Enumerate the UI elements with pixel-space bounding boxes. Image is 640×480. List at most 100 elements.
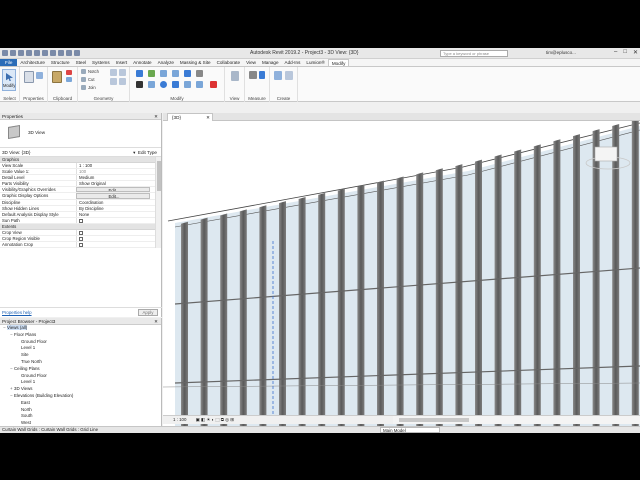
type-properties-icon[interactable] <box>24 71 34 83</box>
property-value[interactable]: By Discipline <box>76 205 150 211</box>
property-value[interactable]: Coordination <box>76 199 150 205</box>
checkbox[interactable] <box>79 243 83 248</box>
offset-icon[interactable] <box>148 70 155 77</box>
view-scale[interactable]: 1 : 100 <box>173 417 186 422</box>
browser-node[interactable]: South <box>0 413 161 420</box>
print-icon[interactable] <box>34 50 40 56</box>
wall-joins-icon[interactable] <box>110 78 117 85</box>
properties-scrollbar[interactable] <box>155 157 161 249</box>
browser-node[interactable]: −Elevations (Building Elevation) <box>0 393 161 400</box>
join-icon[interactable] <box>81 85 86 90</box>
type-selector[interactable]: 3D View <box>0 120 161 148</box>
paste-icon[interactable] <box>52 71 62 83</box>
browser-node[interactable]: Level 1 <box>0 379 161 386</box>
tab-systems[interactable]: Systems <box>89 59 113 66</box>
browser-node[interactable]: Ground Floor <box>0 373 161 380</box>
tab-file[interactable]: File <box>0 59 18 66</box>
tab-manage[interactable]: Manage <box>259 59 282 66</box>
tab-view[interactable]: View <box>243 59 259 66</box>
move-icon[interactable] <box>136 81 143 88</box>
mirror-draw-icon[interactable] <box>172 70 179 77</box>
properties-icon[interactable] <box>36 72 43 79</box>
property-value[interactable] <box>76 229 150 236</box>
section-icon[interactable] <box>74 50 80 56</box>
measure-distance-icon[interactable] <box>249 71 257 79</box>
browser-node[interactable]: −Floor Plans <box>0 332 161 339</box>
property-value[interactable] <box>76 236 150 242</box>
browser-node[interactable]: −Views (all) <box>0 325 161 332</box>
dimension-icon[interactable] <box>259 71 265 79</box>
array-icon[interactable] <box>184 81 191 88</box>
browser-node[interactable]: Site <box>0 352 161 359</box>
apply-button[interactable]: Apply <box>138 309 158 316</box>
cope-icon[interactable] <box>81 69 86 74</box>
property-value[interactable]: Medium <box>76 174 150 181</box>
copy-element-icon[interactable] <box>148 81 155 88</box>
demolish-icon[interactable] <box>119 78 126 85</box>
cut-label[interactable]: Cut <box>88 77 95 82</box>
measure-icon[interactable] <box>42 50 48 56</box>
user-account[interactable]: tim@eplusco... <box>546 50 576 55</box>
pin-icon[interactable] <box>196 70 203 77</box>
tab-3d-view[interactable]: {3D} ✕ <box>167 113 213 121</box>
split-icon[interactable] <box>184 70 191 77</box>
tab-architecture[interactable]: Architecture <box>17 59 48 66</box>
property-value[interactable]: 100 <box>76 168 150 174</box>
tab-collaborate[interactable]: Collaborate <box>214 59 244 66</box>
minimize-icon[interactable]: – <box>614 49 617 56</box>
tab-annotate[interactable]: Annotate <box>130 59 154 66</box>
tab-add-ins[interactable]: Add-Ins <box>282 59 304 66</box>
scale-icon[interactable] <box>196 81 203 88</box>
property-row[interactable]: Annotation Crop <box>0 242 161 249</box>
copy-icon[interactable] <box>66 77 72 82</box>
edit-type-button[interactable]: ▾ Edit Type <box>133 148 157 157</box>
split-face-icon[interactable] <box>110 69 117 76</box>
text-icon[interactable] <box>58 50 64 56</box>
property-value[interactable]: 1 : 100 <box>76 162 150 168</box>
checkbox[interactable] <box>79 219 83 224</box>
close-icon[interactable]: ✕ <box>206 114 210 121</box>
paint-icon[interactable] <box>119 69 126 76</box>
hide-in-view-icon[interactable] <box>231 71 239 81</box>
tab-lumion[interactable]: Lumion® <box>303 59 327 66</box>
redo-icon[interactable] <box>26 50 32 56</box>
edit-button[interactable]: Edit... <box>76 193 150 199</box>
close-icon[interactable]: ✕ <box>633 49 638 56</box>
checkbox[interactable] <box>79 237 83 242</box>
browser-node[interactable]: Level 1 <box>0 345 161 352</box>
rotate-icon[interactable] <box>160 81 167 88</box>
mirror-axis-icon[interactable] <box>160 70 167 77</box>
property-value[interactable]: Show Original <box>76 181 150 187</box>
close-icon[interactable]: ✕ <box>154 318 158 325</box>
align-icon[interactable] <box>136 70 143 77</box>
instance-filter[interactable]: 3D View: {3D} ▾ Edit Type <box>0 148 161 157</box>
create-assembly-icon[interactable] <box>274 71 282 80</box>
browser-node[interactable]: Ground Floor <box>0 339 161 346</box>
view-controls-icons[interactable]: ▣ ◧ ☀ ◐ ⬚ ⧉ ◎ ⊞ <box>196 417 234 422</box>
tab-massing-site[interactable]: Massing & Site <box>177 59 214 66</box>
help-search-input[interactable]: Type a keyword or phrase <box>440 50 508 57</box>
3d-viewport[interactable] <box>163 121 640 427</box>
browser-node[interactable]: East <box>0 400 161 407</box>
maximize-icon[interactable]: □ <box>623 49 627 56</box>
property-value[interactable] <box>76 218 150 224</box>
browser-node[interactable]: +3D Views <box>0 386 161 393</box>
tab-steel[interactable]: Steel <box>73 59 89 66</box>
undo-icon[interactable] <box>18 50 24 56</box>
edit-button[interactable]: Edit... <box>76 187 150 193</box>
notch-label[interactable]: Notch <box>88 69 99 74</box>
cut-icon[interactable] <box>66 70 72 75</box>
create-parts-icon[interactable] <box>285 71 293 80</box>
browser-node[interactable]: North <box>0 407 161 414</box>
trim-icon[interactable] <box>172 81 179 88</box>
browser-node[interactable]: −Ceiling Plans <box>0 366 161 373</box>
tab-insert[interactable]: Insert <box>113 59 131 66</box>
join-label[interactable]: Join <box>88 85 96 90</box>
scrollbar-thumb[interactable] <box>157 161 161 191</box>
tab-structure[interactable]: Structure <box>48 59 73 66</box>
3d-view-icon[interactable] <box>66 50 72 56</box>
panel-label-select[interactable]: Select <box>0 96 19 101</box>
cut-geometry-icon[interactable] <box>81 77 86 82</box>
scrollbar-thumb[interactable] <box>399 418 469 422</box>
tab-analyze[interactable]: Analyze <box>155 59 177 66</box>
